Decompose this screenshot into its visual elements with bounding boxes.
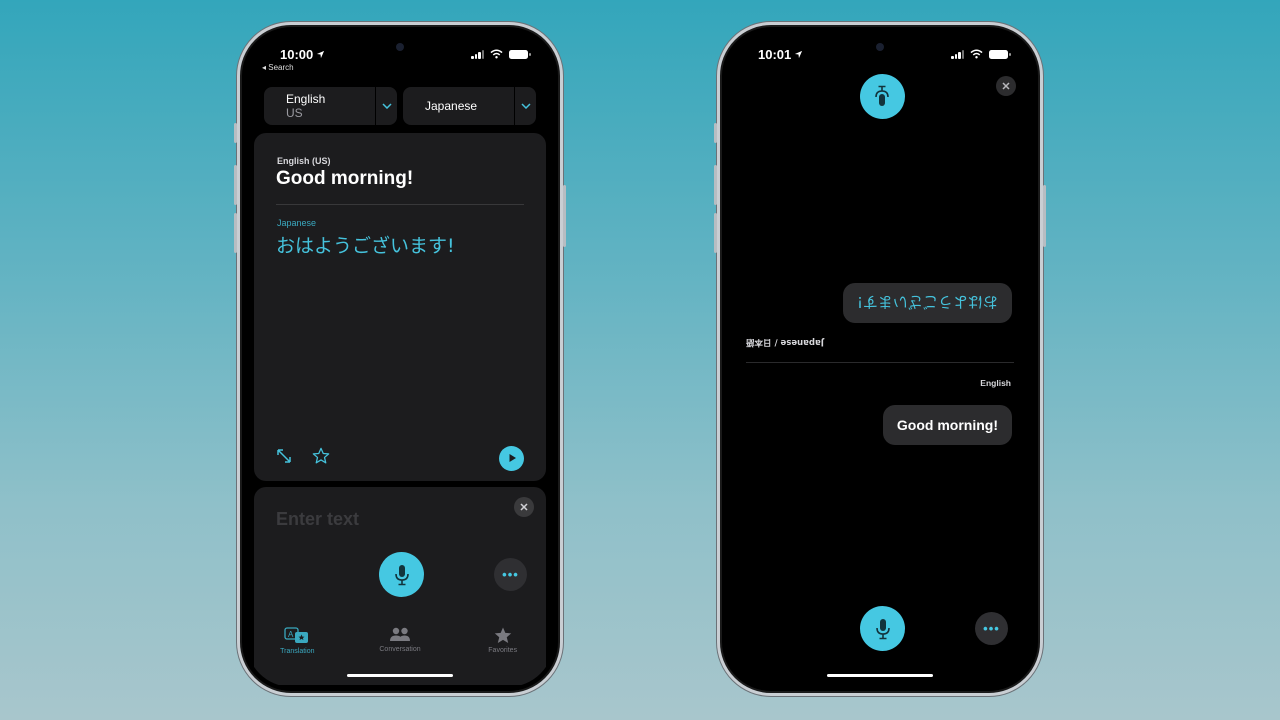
chevron-down-icon [520, 103, 531, 109]
cellular-signal-icon [471, 49, 484, 59]
cellular-signal-icon [951, 49, 964, 59]
home-indicator[interactable] [347, 674, 453, 677]
action-button [234, 123, 237, 143]
svg-text:A: A [288, 630, 294, 639]
screen: 10:01 おはようございます! Japanese / 日本語 English [726, 31, 1034, 687]
volume-up-button [234, 165, 237, 205]
divider [276, 204, 524, 205]
tab-conversation[interactable]: Conversation [349, 627, 452, 667]
microphone-icon [394, 564, 409, 585]
target-language-dropdown-button[interactable] [514, 87, 536, 125]
volume-up-button [714, 165, 717, 205]
source-language-name: English [286, 92, 326, 106]
close-icon [520, 503, 528, 511]
microphone-icon [875, 86, 890, 107]
phone-translation-screen: 10:00 ◂ Search English US Japanese Engli… [234, 22, 566, 696]
chevron-down-icon [381, 103, 392, 109]
expand-button[interactable] [276, 448, 292, 469]
tab-favorites[interactable]: Favorites [451, 627, 554, 667]
status-bar: 10:00 ◂ Search [246, 43, 554, 73]
status-icons [471, 49, 531, 59]
status-icons [951, 49, 1011, 59]
translated-message-text: おはようございます! [856, 293, 998, 312]
result-actions [276, 445, 524, 471]
divider [746, 362, 1014, 363]
power-button [563, 185, 566, 247]
wifi-icon [970, 49, 983, 59]
favorite-button[interactable] [312, 447, 330, 470]
action-button [714, 123, 717, 143]
tab-translation-label: Translation [280, 648, 315, 655]
close-conversation-button[interactable] [996, 76, 1016, 96]
more-options-button[interactable]: ••• [494, 558, 527, 591]
power-button [1043, 185, 1046, 247]
source-language-label: English [980, 378, 1011, 388]
translated-language-label: Japanese / 日本語 [746, 337, 824, 347]
source-text: Good morning! [276, 168, 414, 189]
target-language-picker[interactable]: Japanese [403, 87, 536, 125]
play-translation-button[interactable] [499, 445, 524, 471]
status-bar: 10:01 [726, 43, 1034, 73]
source-language-dropdown-button[interactable] [375, 87, 397, 125]
location-arrow-icon [795, 50, 803, 59]
close-icon [1002, 82, 1010, 90]
back-to-search-link[interactable]: ◂ Search [262, 63, 294, 72]
battery-icon [509, 49, 531, 59]
translated-text: おはようございます! [276, 235, 455, 257]
target-language-name-block: Japanese [403, 87, 514, 125]
tab-bar: A Translation Conversation Favorites [246, 627, 554, 667]
tab-conversation-label: Conversation [379, 646, 421, 653]
tab-favorites-label: Favorites [488, 647, 518, 654]
more-options-button[interactable]: ••• [975, 612, 1008, 645]
microphone-icon [875, 618, 890, 639]
volume-down-button [234, 213, 237, 253]
translate-bubbles-icon: A [284, 627, 309, 643]
tab-translation[interactable]: A Translation [246, 627, 349, 667]
status-time: 10:01 [758, 47, 803, 62]
people-icon [390, 627, 410, 641]
microphone-button[interactable] [860, 606, 905, 651]
clock-text: 10:01 [758, 47, 792, 62]
language-selector-row: English US Japanese [264, 87, 536, 125]
location-arrow-icon [317, 50, 325, 59]
clear-text-button[interactable] [514, 497, 534, 517]
star-icon [494, 627, 511, 644]
volume-down-button [714, 213, 717, 253]
translation-result-card: English (US) Good morning! Japanese おはよう… [254, 133, 546, 481]
source-language-label: English (US) [277, 156, 331, 166]
wifi-icon [490, 49, 503, 59]
phone-conversation-screen: 10:01 おはようございます! Japanese / 日本語 English [714, 22, 1046, 696]
expand-arrows-icon [277, 448, 291, 463]
target-language-label: Japanese [277, 218, 317, 228]
source-language-picker[interactable]: English US [264, 87, 397, 125]
battery-icon [989, 49, 1011, 59]
partner-microphone-button[interactable] [860, 74, 905, 119]
play-icon [509, 454, 516, 462]
source-language-region: US [286, 106, 303, 120]
star-outline-icon [312, 447, 330, 463]
target-language-name: Japanese [425, 99, 478, 113]
message-bubble-source: Good morning! [882, 405, 1012, 445]
enter-text-input[interactable] [276, 509, 496, 530]
source-message-text: Good morning! [896, 417, 998, 433]
home-indicator[interactable] [827, 674, 933, 677]
source-language-name-block: English US [264, 87, 375, 125]
clock-text: 10:00 [280, 47, 314, 62]
screen: 10:00 ◂ Search English US Japanese Engli… [246, 31, 554, 687]
message-bubble-translated: おはようございます! [842, 283, 1012, 323]
microphone-button[interactable] [379, 552, 424, 597]
status-time: 10:00 [280, 47, 325, 62]
